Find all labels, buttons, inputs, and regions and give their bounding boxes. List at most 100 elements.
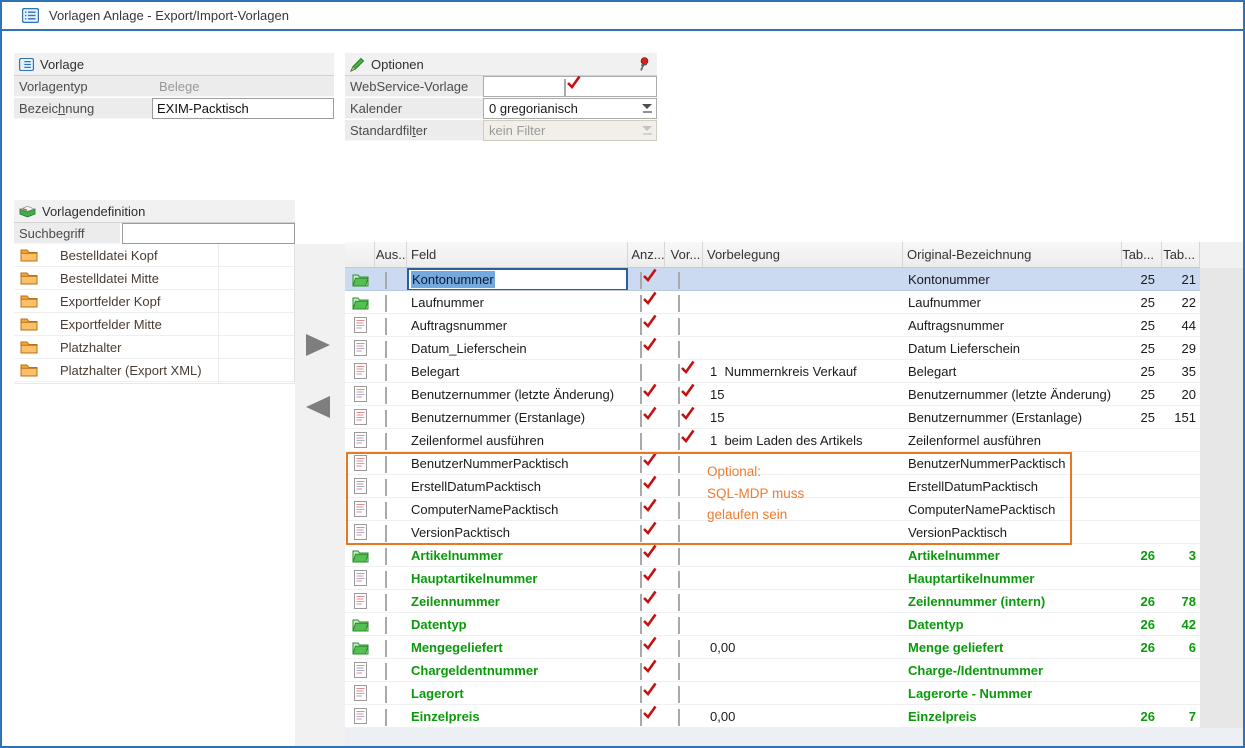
anzeigen-checkbox[interactable] bbox=[640, 388, 653, 401]
table-row[interactable]: DatentypDatentyp2642 bbox=[345, 613, 1200, 636]
table-row[interactable]: AuftragsnummerAuftragsnummer2544 bbox=[345, 314, 1200, 337]
vorbelegung-checkbox[interactable] bbox=[678, 572, 691, 585]
vorbelegung-checkbox[interactable] bbox=[678, 434, 691, 447]
table-row[interactable]: KontonummerKontonummer2521 bbox=[345, 268, 1200, 291]
column-header-orig[interactable]: Original-Bezeichnung bbox=[903, 242, 1122, 267]
folder-item[interactable]: Bestelldatei Kopf bbox=[14, 244, 294, 267]
vorbelegung-checkbox[interactable] bbox=[678, 319, 691, 332]
folder-item[interactable]: Bestelldatei Mitte bbox=[14, 267, 294, 290]
auswahl-checkbox[interactable] bbox=[385, 296, 398, 309]
table-row[interactable]: ArtikelnummerArtikelnummer263 bbox=[345, 544, 1200, 567]
anzeigen-checkbox[interactable] bbox=[640, 687, 653, 700]
auswahl-checkbox[interactable] bbox=[385, 457, 398, 470]
dropdown-arrow-icon[interactable] bbox=[638, 99, 656, 118]
anzeigen-checkbox[interactable] bbox=[640, 434, 653, 447]
pin-icon[interactable] bbox=[638, 57, 649, 72]
column-header-vorb[interactable]: Vorbelegung bbox=[703, 242, 903, 267]
auswahl-checkbox[interactable] bbox=[385, 319, 398, 332]
vorbelegung-checkbox[interactable] bbox=[678, 388, 691, 401]
webservice-checkbox[interactable] bbox=[483, 76, 657, 97]
folder-item[interactable]: Platzhalter (Export XML) bbox=[14, 359, 294, 382]
vorbelegung-checkbox[interactable] bbox=[678, 273, 691, 286]
anzeigen-checkbox[interactable] bbox=[640, 664, 653, 677]
vorbelegung-checkbox[interactable] bbox=[678, 710, 691, 723]
table-row[interactable]: ChargeldentnummerCharge-/Identnummer bbox=[345, 659, 1200, 682]
table-row[interactable]: LaufnummerLaufnummer2522 bbox=[345, 291, 1200, 314]
table-row[interactable]: HauptartikelnummerHauptartikelnummer bbox=[345, 567, 1200, 590]
vorbelegung-checkbox[interactable] bbox=[678, 296, 691, 309]
feld-edit-box[interactable]: Kontonummer bbox=[407, 268, 628, 290]
anzeigen-checkbox[interactable] bbox=[640, 526, 653, 539]
bezeichnung-input[interactable] bbox=[152, 98, 334, 119]
vorbelegung-checkbox[interactable] bbox=[678, 503, 691, 516]
column-header-tab1[interactable]: Tab... bbox=[1122, 242, 1162, 267]
table-row[interactable]: Benutzernummer (letzte Änderung)15Benutz… bbox=[345, 383, 1200, 406]
table-row[interactable]: Zeilenformel ausführen1 beim Laden des A… bbox=[345, 429, 1200, 452]
auswahl-checkbox[interactable] bbox=[385, 503, 398, 516]
auswahl-checkbox[interactable] bbox=[385, 365, 398, 378]
vorbelegung-checkbox[interactable] bbox=[678, 687, 691, 700]
suchbegriff-input[interactable] bbox=[122, 223, 295, 244]
table-row[interactable]: ZeilennummerZeilennummer (intern)2678 bbox=[345, 590, 1200, 613]
auswahl-checkbox[interactable] bbox=[385, 641, 398, 654]
anzeigen-checkbox[interactable] bbox=[640, 572, 653, 585]
auswahl-checkbox[interactable] bbox=[385, 710, 398, 723]
anzeigen-checkbox[interactable] bbox=[640, 319, 653, 332]
anzeigen-checkbox[interactable] bbox=[640, 365, 653, 378]
folder-item[interactable]: Platzhalter bbox=[14, 336, 294, 359]
vorbelegung-checkbox[interactable] bbox=[678, 618, 691, 631]
auswahl-checkbox[interactable] bbox=[385, 388, 398, 401]
anzeigen-checkbox[interactable] bbox=[640, 503, 653, 516]
anzeigen-checkbox[interactable] bbox=[640, 273, 653, 286]
vorbelegung-checkbox[interactable] bbox=[678, 641, 691, 654]
table-row[interactable]: Einzelpreis0,00Einzelpreis267 bbox=[345, 705, 1200, 728]
vorbelegung-checkbox[interactable] bbox=[678, 480, 691, 493]
anzeigen-checkbox[interactable] bbox=[640, 457, 653, 470]
kalender-dropdown[interactable]: 0 gregorianisch bbox=[483, 98, 657, 119]
table-row[interactable]: Belegart1 Nummernkreis VerkaufBelegart25… bbox=[345, 360, 1200, 383]
anzeigen-checkbox[interactable] bbox=[640, 618, 653, 631]
anzeigen-checkbox[interactable] bbox=[640, 480, 653, 493]
auswahl-checkbox[interactable] bbox=[385, 618, 398, 631]
table-row[interactable]: Benutzernummer (Erstanlage)15Benutzernum… bbox=[345, 406, 1200, 429]
column-header-aus[interactable]: Aus... bbox=[375, 242, 407, 267]
folder-item[interactable]: Exportfelder Mitte bbox=[14, 313, 294, 336]
auswahl-checkbox[interactable] bbox=[385, 687, 398, 700]
auswahl-checkbox[interactable] bbox=[385, 526, 398, 539]
auswahl-checkbox[interactable] bbox=[385, 342, 398, 355]
auswahl-checkbox[interactable] bbox=[385, 273, 398, 286]
vorbelegung-checkbox[interactable] bbox=[678, 411, 691, 424]
move-right-arrow-button[interactable] bbox=[306, 334, 330, 356]
auswahl-checkbox[interactable] bbox=[385, 411, 398, 424]
vorbelegung-checkbox[interactable] bbox=[678, 549, 691, 562]
folder-item[interactable]: Exportfelder Kopf bbox=[14, 290, 294, 313]
table-row[interactable]: Datum_LieferscheinDatum Lieferschein2529 bbox=[345, 337, 1200, 360]
anzeigen-checkbox[interactable] bbox=[640, 710, 653, 723]
auswahl-checkbox[interactable] bbox=[385, 572, 398, 585]
column-header-tab2[interactable]: Tab... bbox=[1162, 242, 1200, 267]
auswahl-checkbox[interactable] bbox=[385, 480, 398, 493]
vorbelegung-checkbox[interactable] bbox=[678, 526, 691, 539]
vorbelegung-checkbox[interactable] bbox=[678, 365, 691, 378]
auswahl-checkbox[interactable] bbox=[385, 549, 398, 562]
anzeigen-checkbox[interactable] bbox=[640, 641, 653, 654]
anzeigen-checkbox[interactable] bbox=[640, 342, 653, 355]
column-header-vor[interactable]: Vor... bbox=[665, 242, 703, 267]
anzeigen-checkbox[interactable] bbox=[640, 411, 653, 424]
anzeigen-checkbox[interactable] bbox=[640, 549, 653, 562]
column-header-anz[interactable]: Anz... bbox=[628, 242, 665, 267]
auswahl-checkbox[interactable] bbox=[385, 664, 398, 677]
vorbelegung-checkbox[interactable] bbox=[678, 342, 691, 355]
vorbelegung-checkbox[interactable] bbox=[678, 595, 691, 608]
anzeigen-checkbox[interactable] bbox=[640, 296, 653, 309]
column-header-icon[interactable] bbox=[345, 242, 375, 267]
vorbelegung-checkbox[interactable] bbox=[678, 664, 691, 677]
auswahl-checkbox[interactable] bbox=[385, 434, 398, 447]
move-left-arrow-button[interactable] bbox=[306, 396, 330, 418]
vorbelegung-checkbox[interactable] bbox=[678, 457, 691, 470]
anzeigen-checkbox[interactable] bbox=[640, 595, 653, 608]
auswahl-checkbox[interactable] bbox=[385, 595, 398, 608]
table-row[interactable]: LagerortLagerorte - Nummer bbox=[345, 682, 1200, 705]
column-header-feld[interactable]: Feld bbox=[407, 242, 628, 267]
table-row[interactable]: Mengegeliefert0,00Menge geliefert266 bbox=[345, 636, 1200, 659]
